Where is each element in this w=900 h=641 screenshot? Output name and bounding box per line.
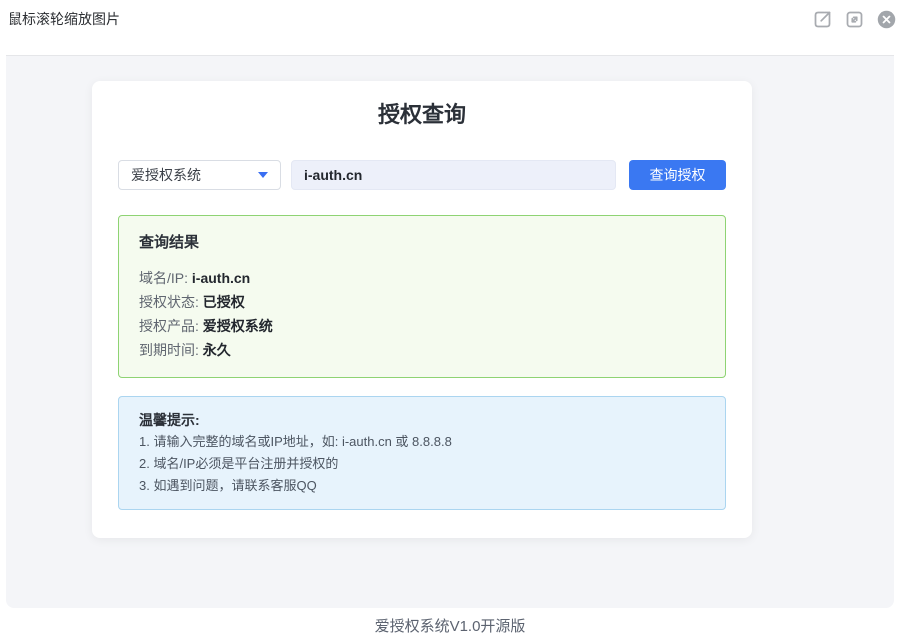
tip-line: 2. 域名/IP必须是平台注册并授权的 (139, 453, 705, 475)
domain-input[interactable] (291, 160, 616, 190)
image-viewer-panel[interactable]: 授权查询 爱授权系统 查询授权 查询结果 域名/IP: i-auth.cn 授权… (6, 55, 894, 608)
result-row-product: 授权产品: 爱授权系统 (139, 314, 705, 338)
tip-line: 1. 请输入完整的域名或IP地址，如: i-auth.cn 或 8.8.8.8 (139, 431, 705, 453)
tips-title: 温馨提示: (139, 409, 705, 431)
query-button[interactable]: 查询授权 (629, 160, 726, 190)
page-title: 授权查询 (118, 101, 726, 129)
open-in-new-icon[interactable] (812, 9, 833, 30)
result-row-domain: 域名/IP: i-auth.cn (139, 266, 705, 290)
auth-query-card: 授权查询 爱授权系统 查询授权 查询结果 域名/IP: i-auth.cn 授权… (92, 81, 752, 538)
result-title: 查询结果 (139, 233, 705, 253)
close-icon[interactable] (876, 9, 897, 30)
result-row-status: 授权状态: 已授权 (139, 290, 705, 314)
tips-box: 温馨提示: 1. 请输入完整的域名或IP地址，如: i-auth.cn 或 8.… (118, 396, 726, 510)
result-box: 查询结果 域名/IP: i-auth.cn 授权状态: 已授权 授权产品: 爱授… (118, 215, 726, 378)
tip-line: 3. 如遇到问题，请联系客服QQ (139, 475, 705, 497)
fullscreen-icon[interactable] (844, 9, 865, 30)
product-select-value: 爱授权系统 (131, 165, 201, 185)
zoom-hint-text: 鼠标滚轮缩放图片 (8, 9, 120, 30)
viewer-controls (812, 9, 897, 30)
query-form: 爱授权系统 查询授权 (118, 160, 726, 190)
product-select[interactable]: 爱授权系统 (118, 160, 281, 190)
viewer-toolbar: 鼠标滚轮缩放图片 (0, 0, 900, 55)
chevron-down-icon (258, 172, 268, 178)
footer-version-text: 爱授权系统V1.0开源版 (0, 615, 900, 636)
result-row-expiry: 到期时间: 永久 (139, 338, 705, 362)
